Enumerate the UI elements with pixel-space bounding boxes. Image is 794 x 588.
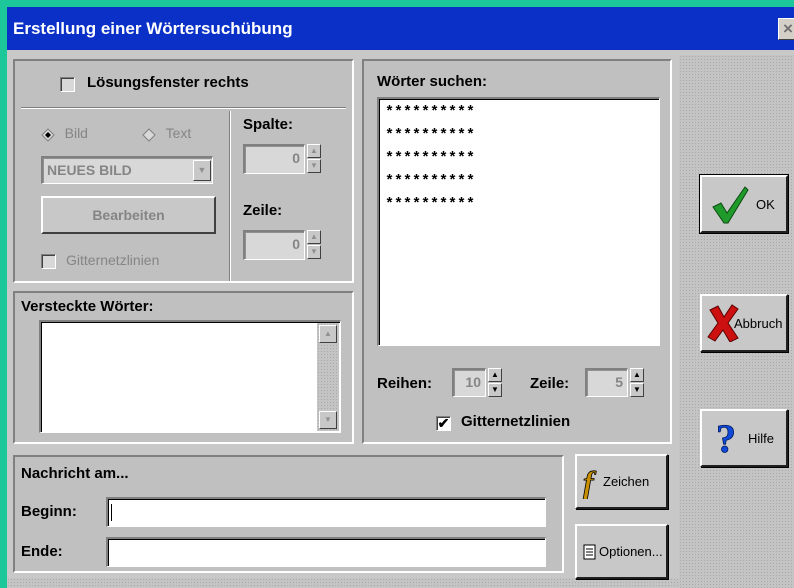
spalte-input[interactable]: 0 bbox=[243, 144, 305, 174]
options-button-label: Optionen... bbox=[599, 544, 663, 559]
radio-diamond-icon bbox=[142, 127, 156, 142]
rows-label: Reihen: bbox=[377, 375, 433, 392]
hidden-words-pane: Versteckte Wörter: ▲ ▼ bbox=[13, 291, 354, 444]
window-title: Erstellung einer Wörtersuchübung bbox=[13, 19, 293, 38]
title-bar: Erstellung einer Wörtersuchübung × bbox=[7, 7, 794, 50]
begin-input[interactable] bbox=[106, 497, 546, 527]
cancel-button-label: Abbruch bbox=[734, 316, 783, 331]
checkmark-icon bbox=[712, 186, 749, 224]
options-divider bbox=[21, 107, 346, 109]
edit-button[interactable]: Bearbeiten bbox=[41, 196, 216, 234]
hidden-words-list[interactable]: ▲ ▼ bbox=[39, 320, 341, 433]
hidden-words-label: Versteckte Wörter: bbox=[21, 298, 154, 315]
scroll-up-icon[interactable]: ▲ bbox=[319, 325, 337, 343]
search-gridlines-label: Gitternetzlinien bbox=[461, 413, 571, 430]
text-cursor bbox=[111, 504, 112, 521]
message-pane: Nachricht am... Beginn: Ende: bbox=[13, 455, 564, 573]
rows-up-button[interactable]: ▲ bbox=[488, 368, 502, 382]
line-input[interactable]: 5 bbox=[585, 368, 628, 397]
spalte-label: Spalte: bbox=[243, 116, 294, 133]
edit-button-label: Bearbeiten bbox=[92, 207, 165, 223]
zeile-left-down-button[interactable]: ▼ bbox=[307, 245, 321, 259]
spalte-value: 0 bbox=[292, 150, 300, 166]
close-button[interactable]: × bbox=[778, 18, 794, 40]
search-words-lines: ********** ********** ********** *******… bbox=[379, 99, 659, 216]
font-button[interactable]: f Zeichen bbox=[575, 454, 668, 509]
image-gridlines-label: Gitternetzlinien bbox=[66, 252, 160, 268]
document-icon bbox=[583, 544, 596, 560]
rows-value: 10 bbox=[465, 374, 481, 390]
line-down-button[interactable]: ▼ bbox=[630, 383, 644, 397]
zeile-left-value: 0 bbox=[292, 236, 300, 252]
search-words-pane: Wörter suchen: ********** ********** ***… bbox=[362, 59, 672, 444]
cancel-button[interactable]: Abbruch bbox=[700, 294, 788, 352]
zeile-left-label: Zeile: bbox=[243, 202, 283, 219]
radio-bild-label: Bild bbox=[64, 125, 88, 141]
chevron-down-icon[interactable]: ▼ bbox=[193, 160, 211, 181]
radio-text-label: Text bbox=[165, 125, 192, 141]
begin-label: Beginn: bbox=[21, 503, 77, 520]
rows-input[interactable]: 10 bbox=[452, 368, 486, 397]
search-words-textarea[interactable]: ********** ********** ********** *******… bbox=[377, 97, 660, 346]
help-button-label: Hilfe bbox=[748, 431, 775, 446]
line-up-button[interactable]: ▲ bbox=[630, 368, 644, 382]
image-gridlines-checkbox[interactable] bbox=[41, 254, 56, 269]
options-vertical-divider bbox=[229, 111, 231, 281]
image-select-value: NEUES BILD bbox=[47, 162, 132, 178]
zeile-left-input[interactable]: 0 bbox=[243, 230, 305, 260]
line-label: Zeile: bbox=[530, 375, 570, 392]
solution-right-label: Lösungsfenster rechts bbox=[87, 74, 249, 91]
line-value: 5 bbox=[615, 374, 623, 390]
spalte-up-button[interactable]: ▲ bbox=[307, 144, 321, 158]
radio-diamond-selected-icon bbox=[41, 127, 55, 142]
rows-down-button[interactable]: ▼ bbox=[488, 383, 502, 397]
scroll-down-icon[interactable]: ▼ bbox=[319, 411, 337, 429]
end-input[interactable] bbox=[106, 537, 546, 567]
message-heading: Nachricht am... bbox=[21, 465, 129, 482]
search-words-label: Wörter suchen: bbox=[377, 73, 488, 90]
svg-text:f: f bbox=[583, 465, 597, 499]
solution-right-checkbox[interactable] bbox=[60, 77, 75, 92]
ok-button[interactable]: OK bbox=[699, 174, 789, 234]
dialog-window: Erstellung einer Wörtersuchübung × Lösun… bbox=[7, 7, 794, 588]
help-button[interactable]: ? Hilfe bbox=[700, 409, 788, 467]
image-select[interactable]: NEUES BILD ▼ bbox=[41, 156, 213, 184]
search-word: ********** bbox=[385, 127, 476, 144]
options-button[interactable]: Optionen... bbox=[575, 524, 668, 579]
hidden-words-scrollbar[interactable]: ▲ ▼ bbox=[317, 323, 339, 431]
radio-text[interactable]: Text bbox=[142, 125, 191, 142]
close-icon: × bbox=[783, 19, 793, 38]
search-gridlines-checkbox[interactable]: ✔ bbox=[436, 416, 451, 431]
search-word: ********** bbox=[385, 196, 476, 213]
search-word: ********** bbox=[385, 150, 476, 167]
zeile-left-up-button[interactable]: ▲ bbox=[307, 230, 321, 244]
search-word: ********** bbox=[385, 104, 476, 121]
options-pane: Lösungsfenster rechts Bild Text NEUES BI… bbox=[13, 59, 354, 283]
end-label: Ende: bbox=[21, 543, 63, 560]
radio-bild[interactable]: Bild bbox=[41, 125, 88, 142]
spalte-down-button[interactable]: ▼ bbox=[307, 159, 321, 173]
font-button-label: Zeichen bbox=[603, 474, 650, 489]
svg-text:?: ? bbox=[716, 418, 736, 458]
bottom-strip bbox=[7, 578, 679, 588]
ok-button-label: OK bbox=[756, 197, 775, 212]
search-word: ********** bbox=[385, 173, 476, 190]
help-question-icon: ? bbox=[716, 418, 737, 458]
